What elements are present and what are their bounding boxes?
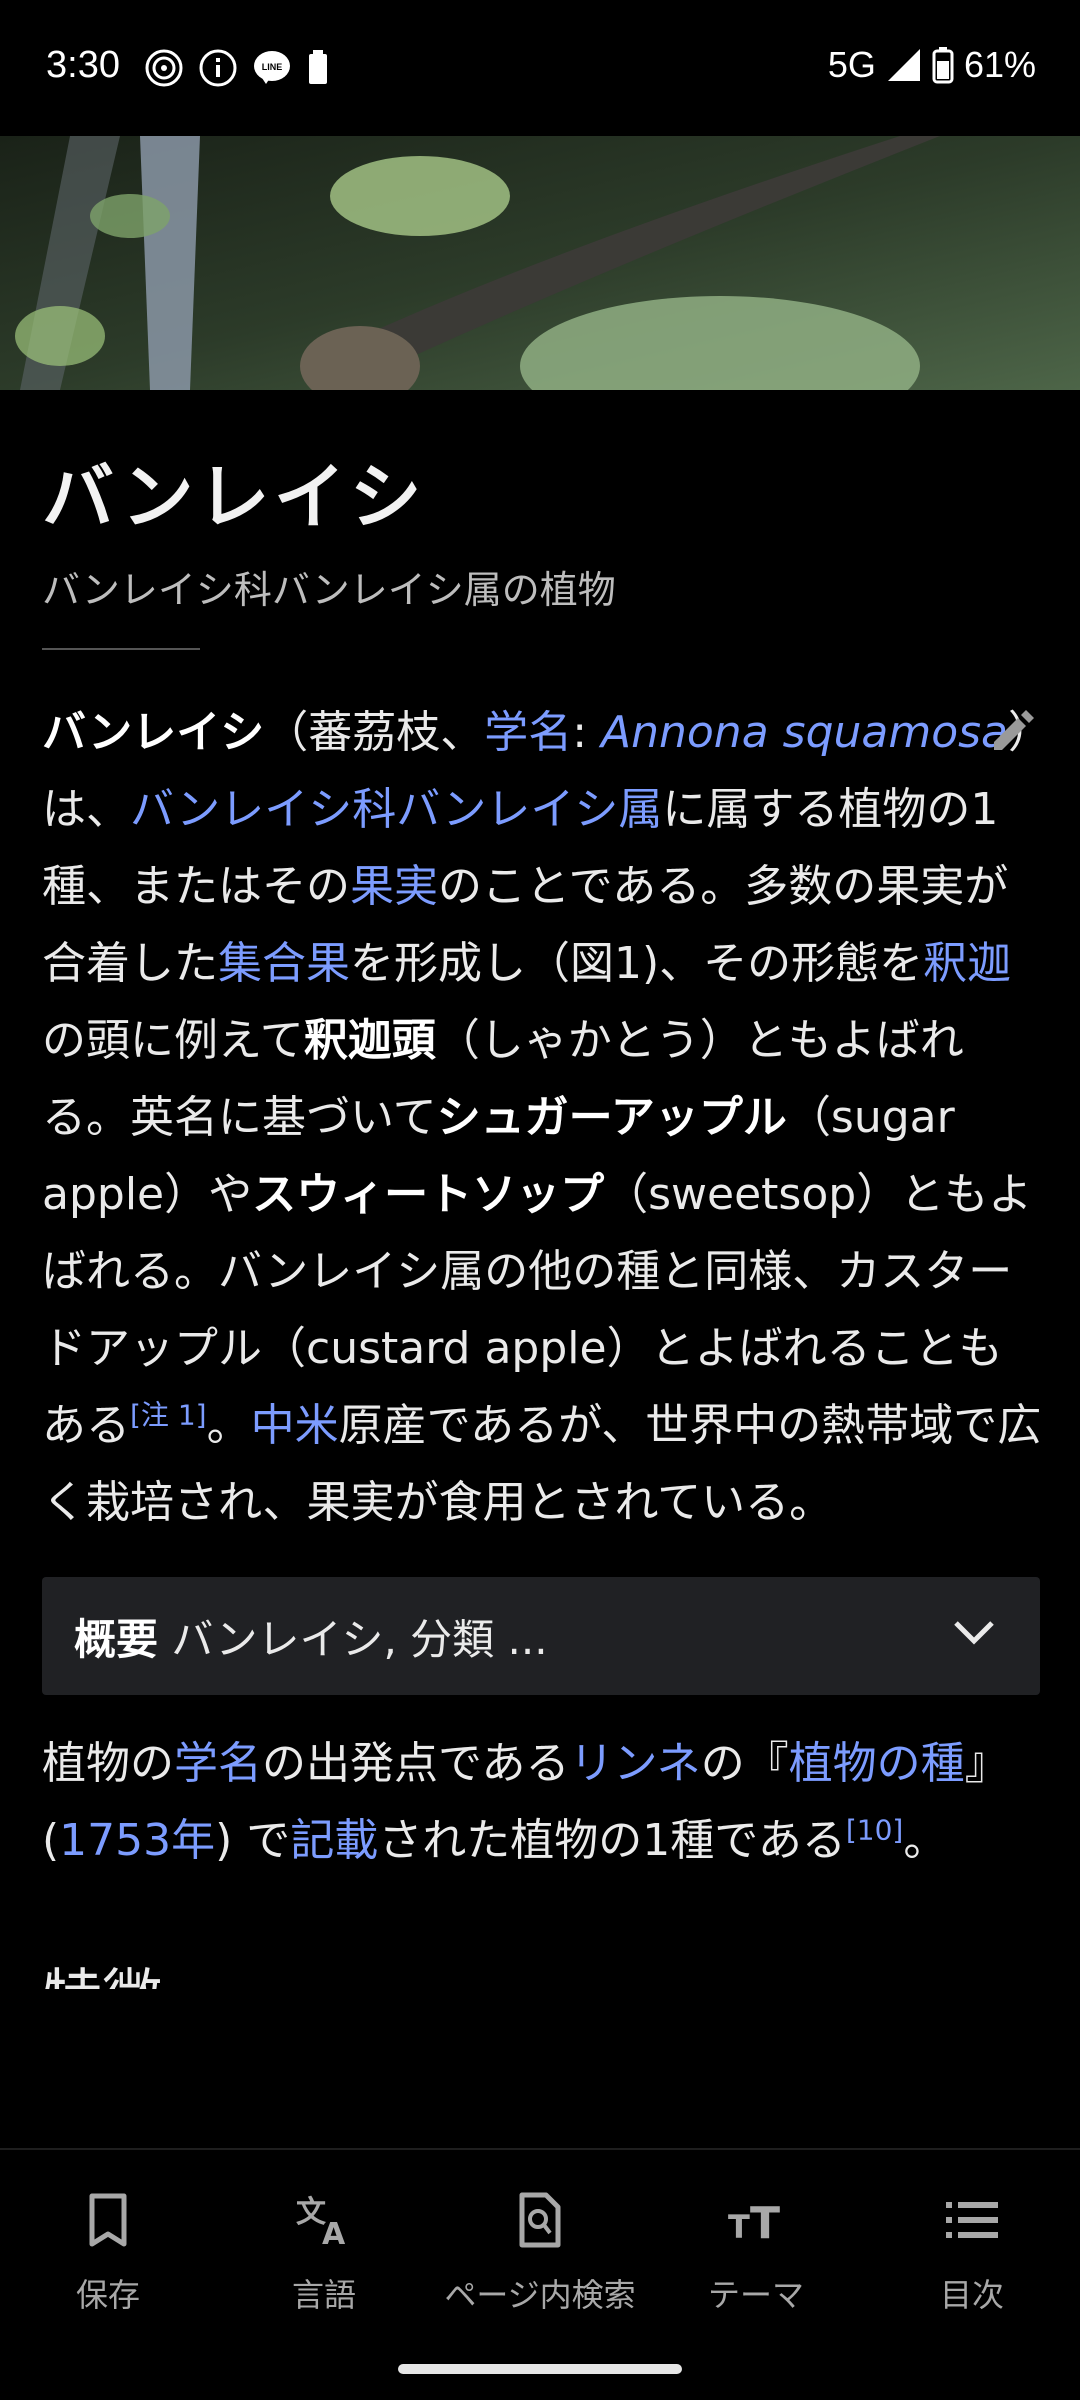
infobox-label: 概要 <box>74 1614 159 1664</box>
link-1753[interactable]: 1753年 <box>59 1815 215 1866</box>
link-annonaceae-genus[interactable]: バンレイシ科バンレイシ属 <box>130 784 662 835</box>
bold-term: 釈迦頭 <box>303 1015 436 1066</box>
text: を形成し（図1)、その形態を <box>350 938 924 989</box>
footnote-ref[interactable]: [10] <box>846 1813 903 1846</box>
toolbar-theme[interactable]: TT テーマ <box>648 2188 864 2316</box>
battery-label: 61% <box>963 44 1036 85</box>
link-central-america[interactable]: 中米 <box>251 1400 339 1451</box>
text: ) で <box>215 1815 291 1866</box>
toolbar-contents[interactable]: 目次 <box>864 2188 1080 2316</box>
text: （蕃茘枝、 <box>264 707 485 758</box>
battery-icon <box>932 47 954 84</box>
toolbar-label: テーマ <box>707 2276 804 2314</box>
text: された植物の1種である <box>378 1815 846 1866</box>
link-species-plantarum[interactable]: 植物の種 <box>789 1738 965 1789</box>
text: の『 <box>700 1738 789 1789</box>
infobox-summary: バンレイシ, 分類 ... <box>171 1614 548 1664</box>
plant-illustration <box>0 136 1080 390</box>
translate-icon: 文A <box>296 2195 346 2248</box>
bookmark-icon <box>89 2193 127 2247</box>
link-linnaeus[interactable]: リンネ <box>570 1738 701 1789</box>
intro-paragraph: バンレイシ（蕃茘枝、学名: Annona squamosa）は、バンレイシ科バン… <box>42 694 1042 1541</box>
article-content: バンレイシ バンレイシ科バンレイシ属の植物 バンレイシ（蕃茘枝、学名: Anno… <box>42 390 1042 1989</box>
toolbar-label: ページ内検索 <box>444 2276 636 2314</box>
text-size-icon: TT <box>728 2198 780 2248</box>
lead-image[interactable] <box>0 136 1080 390</box>
toolbar-label: 目次 <box>939 2276 1004 2314</box>
link-scientific-name[interactable]: 学名 <box>174 1738 262 1789</box>
list-icon <box>946 2202 998 2238</box>
bottom-toolbar: 保存 文A 言語 ページ内検索 TT テーマ 目次 <box>0 2148 1080 2400</box>
fingerprint-icon <box>145 49 183 87</box>
status-time: 3:30 <box>46 44 120 86</box>
toolbar-save[interactable]: 保存 <box>0 2188 216 2316</box>
text: の出発点である <box>262 1738 570 1789</box>
page-description: バンレイシ科バンレイシ属の植物 <box>42 568 616 612</box>
paragraph-2: 植物の学名の出発点であるリンネの『植物の種』(1753年) で記載された植物の1… <box>42 1725 1042 1879</box>
link-shaka[interactable]: 釈迦 <box>923 938 1011 989</box>
page-title: バンレイシ <box>42 454 426 539</box>
text: の頭に例えて <box>42 1015 304 1066</box>
link-aggregate-fruit[interactable]: 集合果 <box>218 938 350 989</box>
text: 。 <box>903 1815 948 1866</box>
edit-pencil-icon[interactable] <box>986 702 1042 758</box>
bold-term: シュガーアップル <box>436 1092 787 1143</box>
network-label: 5G <box>827 44 876 85</box>
svg-text:A: A <box>322 2217 346 2248</box>
svg-text:LINE: LINE <box>262 62 283 72</box>
find-in-page-icon <box>519 2192 561 2248</box>
info-icon <box>199 49 237 87</box>
link-description[interactable]: 記載 <box>290 1815 378 1866</box>
link-scientific-name[interactable]: 学名 <box>484 707 572 758</box>
infobox-collapsed[interactable]: 概要 バンレイシ, 分類 ... <box>42 1577 1040 1695</box>
link-fruit[interactable]: 果実 <box>350 861 438 912</box>
line-icon: LINE <box>254 51 290 84</box>
text: : <box>572 707 602 758</box>
svg-text:T: T <box>750 2198 780 2248</box>
footnote-ref[interactable]: [注 1] <box>130 1398 207 1431</box>
chevron-down-icon <box>954 1621 994 1645</box>
svg-text:T: T <box>728 2208 750 2246</box>
toolbar-label: 言語 <box>291 2276 356 2314</box>
signal-icon <box>887 49 920 81</box>
battery-small-icon <box>309 50 327 84</box>
bold-term: スウィートソップ <box>252 1169 605 1220</box>
toolbar-language[interactable]: 文A 言語 <box>216 2188 432 2316</box>
text: 植物の <box>42 1738 174 1789</box>
toolbar-find-in-page[interactable]: ページ内検索 <box>432 2188 648 2316</box>
status-bar: 3:30 LINE 5G 61% <box>0 0 1080 136</box>
toolbar-label: 保存 <box>75 2276 140 2314</box>
text: 。 <box>206 1400 251 1451</box>
title-divider <box>42 648 200 650</box>
bold-term: バンレイシ <box>42 707 265 758</box>
section-heading-features[interactable]: 特徴 <box>42 1949 1042 1989</box>
notification-icons: LINE <box>144 48 330 88</box>
gesture-home-bar[interactable] <box>398 2364 682 2374</box>
status-right: 5G 61% <box>828 44 1036 86</box>
link-annona-squamosa[interactable]: Annona squamosa <box>601 707 1008 758</box>
